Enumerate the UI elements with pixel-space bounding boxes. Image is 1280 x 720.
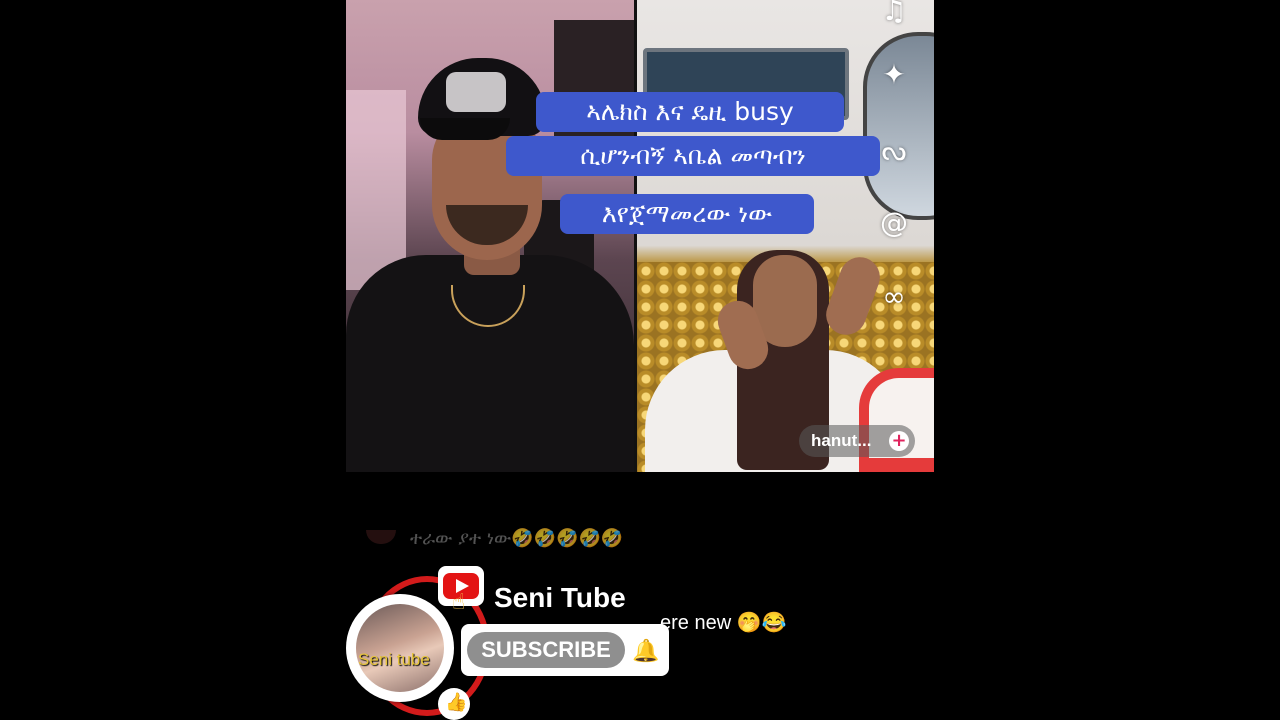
caption-line-3: እየጀማመረው ነው: [560, 194, 814, 234]
live-user-chip[interactable]: hanut... +: [799, 425, 915, 457]
comment-avatar: [366, 530, 396, 544]
subscribe-button[interactable]: SUBSCRIBE: [467, 632, 625, 668]
bell-icon[interactable]: 🔔: [631, 636, 661, 666]
channel-name: Seni Tube: [494, 582, 626, 613]
caption-line-1: ኣሌክስ እና ዴዚ busy: [536, 92, 844, 132]
follow-plus-icon[interactable]: +: [889, 431, 909, 451]
like-button[interactable]: 👍: [438, 688, 470, 720]
comment-text-2: ere new 🤭😂: [660, 612, 787, 634]
link-icon[interactable]: ∞: [876, 278, 912, 314]
caption-line-2: ሲሆንብኝ ኣቤል መጣብን: [506, 136, 880, 176]
channel-avatar-image: Seni tube: [356, 604, 444, 692]
squiggle-icon[interactable]: ᔓ: [876, 132, 912, 168]
live-user-name: hanut...: [811, 431, 872, 450]
left-video-pane: [346, 0, 634, 472]
sparkles-icon[interactable]: ✦: [876, 56, 912, 92]
mention-icon[interactable]: @: [876, 204, 912, 240]
avatar-text: Seni tube: [358, 650, 430, 669]
comment-text: ተራው ያተ ነው🤣🤣🤣🤣🤣: [410, 528, 624, 549]
video-stage: ♫ ✦ ᔓ @ ∞ hanut... + ኣሌክስ እና ዴዚ busy ሲሆን…: [346, 0, 934, 720]
comment-faded: ተራው ያተ ነው🤣🤣🤣🤣🤣: [366, 528, 623, 549]
pointer-hand-icon: ☝: [452, 590, 466, 615]
subscribe-panel: SUBSCRIBE 🔔: [461, 624, 669, 676]
thumbs-up-icon: 👍: [445, 692, 468, 713]
music-icon[interactable]: ♫: [876, 0, 912, 28]
channel-avatar[interactable]: Seni tube: [346, 594, 454, 702]
